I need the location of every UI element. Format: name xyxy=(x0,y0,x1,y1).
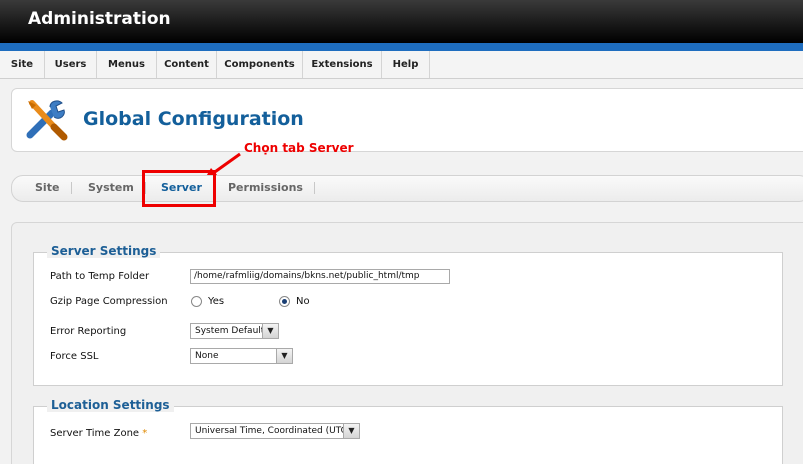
required-marker: * xyxy=(142,428,148,439)
tab-separator xyxy=(314,182,315,194)
gzip-no-label: No xyxy=(296,296,310,307)
page-title: Global Configuration xyxy=(83,108,304,130)
gzip-yes-radio[interactable] xyxy=(191,296,202,307)
gzip-label: Gzip Page Compression xyxy=(50,296,168,307)
error-reporting-value: System Default xyxy=(195,326,265,336)
menu-item-site[interactable]: Site xyxy=(0,51,45,78)
tools-icon xyxy=(26,100,68,141)
error-reporting-label: Error Reporting xyxy=(50,326,127,337)
server-settings-legend: Server Settings xyxy=(47,244,161,258)
main-menu: Site Users Menus Content Components Exte… xyxy=(0,51,803,79)
admin-header: Administration xyxy=(0,0,803,43)
server-tab-highlight xyxy=(142,170,216,207)
menu-item-content[interactable]: Content xyxy=(157,51,217,78)
force-ssl-select[interactable]: None ▼ xyxy=(190,348,293,364)
gzip-no-radio[interactable] xyxy=(279,296,290,307)
temp-folder-input[interactable]: /home/rafmliig/domains/bkns.net/public_h… xyxy=(190,269,450,284)
menu-item-users[interactable]: Users xyxy=(45,51,97,78)
error-reporting-select[interactable]: System Default ▼ xyxy=(190,323,279,339)
timezone-select[interactable]: Universal Time, Coordinated (UTC) ▼ xyxy=(190,423,360,439)
gzip-yes-label: Yes xyxy=(208,296,225,307)
timezone-label-text: Server Time Zone xyxy=(50,428,140,439)
annotation-text: Chọn tab Server xyxy=(244,141,354,155)
app-title: Administration xyxy=(28,9,171,29)
menu-item-extensions[interactable]: Extensions xyxy=(303,51,382,78)
tab-separator xyxy=(71,182,72,194)
tab-system[interactable]: System xyxy=(88,180,134,196)
timezone-label: Server Time Zone * xyxy=(50,428,147,439)
chevron-down-icon: ▼ xyxy=(262,324,278,338)
temp-folder-label: Path to Temp Folder xyxy=(50,271,150,282)
tab-site[interactable]: Site xyxy=(35,180,59,196)
timezone-value: Universal Time, Coordinated (UTC) xyxy=(195,426,351,436)
location-settings-legend: Location Settings xyxy=(47,398,174,412)
chevron-down-icon: ▼ xyxy=(276,349,292,363)
menu-item-menus[interactable]: Menus xyxy=(97,51,157,78)
tab-permissions[interactable]: Permissions xyxy=(228,180,303,196)
force-ssl-label: Force SSL xyxy=(50,351,99,362)
force-ssl-value: None xyxy=(195,351,219,361)
menu-item-components[interactable]: Components xyxy=(217,51,303,78)
header-accent-bar xyxy=(0,43,803,51)
menu-item-help[interactable]: Help xyxy=(382,51,430,78)
chevron-down-icon: ▼ xyxy=(343,424,359,438)
